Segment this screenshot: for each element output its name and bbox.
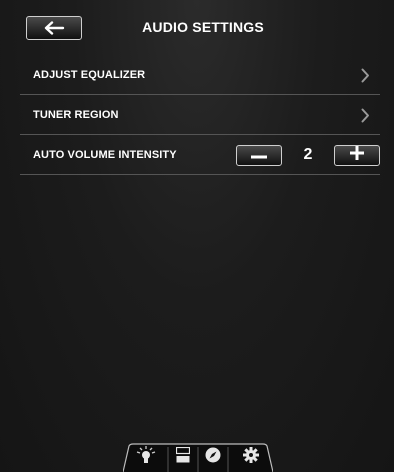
plus-icon — [350, 145, 364, 165]
auto-volume-intensity-row: AUTO VOLUME INTENSITY 2 — [20, 135, 380, 175]
lightbulb-icon — [135, 446, 157, 469]
page-title: AUDIO SETTINGS — [142, 19, 264, 35]
bottom-nav — [123, 443, 273, 472]
adjust-equalizer-row[interactable]: ADJUST EQUALIZER — [20, 55, 380, 95]
chevron-right-icon — [361, 68, 370, 88]
compass-icon — [205, 447, 221, 468]
increase-button[interactable] — [334, 144, 380, 166]
auto-volume-intensity-label: AUTO VOLUME INTENSITY — [33, 148, 177, 161]
audio-settings-screen: AUDIO SETTINGS ADJUST EQUALIZER TUNER RE… — [0, 0, 394, 472]
bottom-nav-item-panels[interactable] — [168, 443, 198, 472]
bottom-nav-item-navigation[interactable] — [198, 443, 228, 472]
volume-intensity-stepper: 2 — [236, 144, 380, 166]
tuner-region-row[interactable]: TUNER REGION — [20, 95, 380, 135]
gear-icon — [242, 447, 259, 468]
adjust-equalizer-label: ADJUST EQUALIZER — [33, 68, 146, 81]
minus-icon — [251, 146, 267, 164]
panels-icon — [175, 446, 191, 468]
header: AUDIO SETTINGS — [0, 0, 394, 56]
bottom-nav-item-settings[interactable] — [228, 443, 273, 472]
volume-intensity-value: 2 — [303, 146, 313, 163]
bottom-nav-item-lights[interactable] — [123, 443, 168, 472]
tuner-region-label: TUNER REGION — [33, 108, 119, 121]
decrease-button[interactable] — [236, 144, 282, 166]
chevron-right-icon — [361, 108, 370, 128]
